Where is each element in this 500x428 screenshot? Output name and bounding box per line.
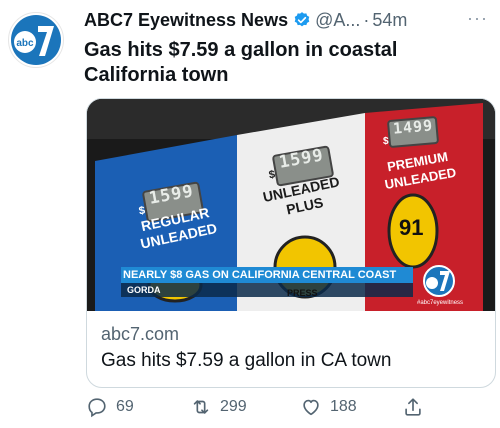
card-domain: abc7.com (101, 324, 180, 344)
more-options-icon[interactable]: ··· (467, 8, 488, 29)
abc7-logo-icon: abc (11, 15, 61, 65)
premium-octane-number: 91 (399, 215, 424, 240)
retweet-icon (193, 400, 209, 414)
reply-button[interactable]: 69 (86, 396, 134, 418)
svg-text:abc: abc (16, 38, 34, 49)
card-title: Gas hits $7.59 a gallon in CA town (101, 350, 392, 371)
card-meta[interactable]: abc7.com Gas hits $7.59 a gallon in CA t… (87, 311, 495, 387)
share-icon (405, 398, 421, 416)
lower-third-location: GORDA (127, 285, 161, 295)
tweet-actions: 69 299 188 (86, 396, 496, 424)
link-card[interactable]: $ 1599 REGULAR UNLEADED $ 1599 UNLEADED … (86, 98, 496, 388)
tweet-text: Gas hits $7.59 a gallon in coastal Calif… (84, 39, 398, 86)
verified-badge-icon (294, 12, 310, 27)
price-sign-premium: $ (383, 136, 389, 147)
price-premium: 1499 (392, 116, 434, 138)
like-count: 188 (330, 398, 357, 415)
lower-third-headline: NEARLY $8 GAS ON CALIFORNIA CENTRAL COAS… (123, 269, 397, 281)
reply-icon (88, 398, 106, 418)
reply-count: 69 (116, 398, 134, 415)
display-name[interactable]: ABC7 Eyewitness News (84, 10, 288, 31)
card-image[interactable]: $ 1599 REGULAR UNLEADED $ 1599 UNLEADED … (87, 99, 495, 311)
nozzle-press-label: PRESS (287, 288, 318, 298)
avatar[interactable]: abc (8, 12, 64, 68)
tweet-header: ABC7 Eyewitness News @A... · 54m ··· (84, 8, 490, 32)
retweet-button[interactable]: 299 (190, 396, 247, 418)
heart-icon (303, 399, 319, 416)
like-button[interactable]: 188 (300, 396, 357, 418)
share-button[interactable] (402, 396, 432, 418)
timestamp[interactable]: 54m (372, 10, 407, 31)
retweet-count: 299 (220, 398, 247, 415)
handle[interactable]: @A... (315, 10, 360, 31)
separator-dot: · (363, 9, 370, 30)
station-watermark: #abc7eyewitness (417, 300, 464, 306)
